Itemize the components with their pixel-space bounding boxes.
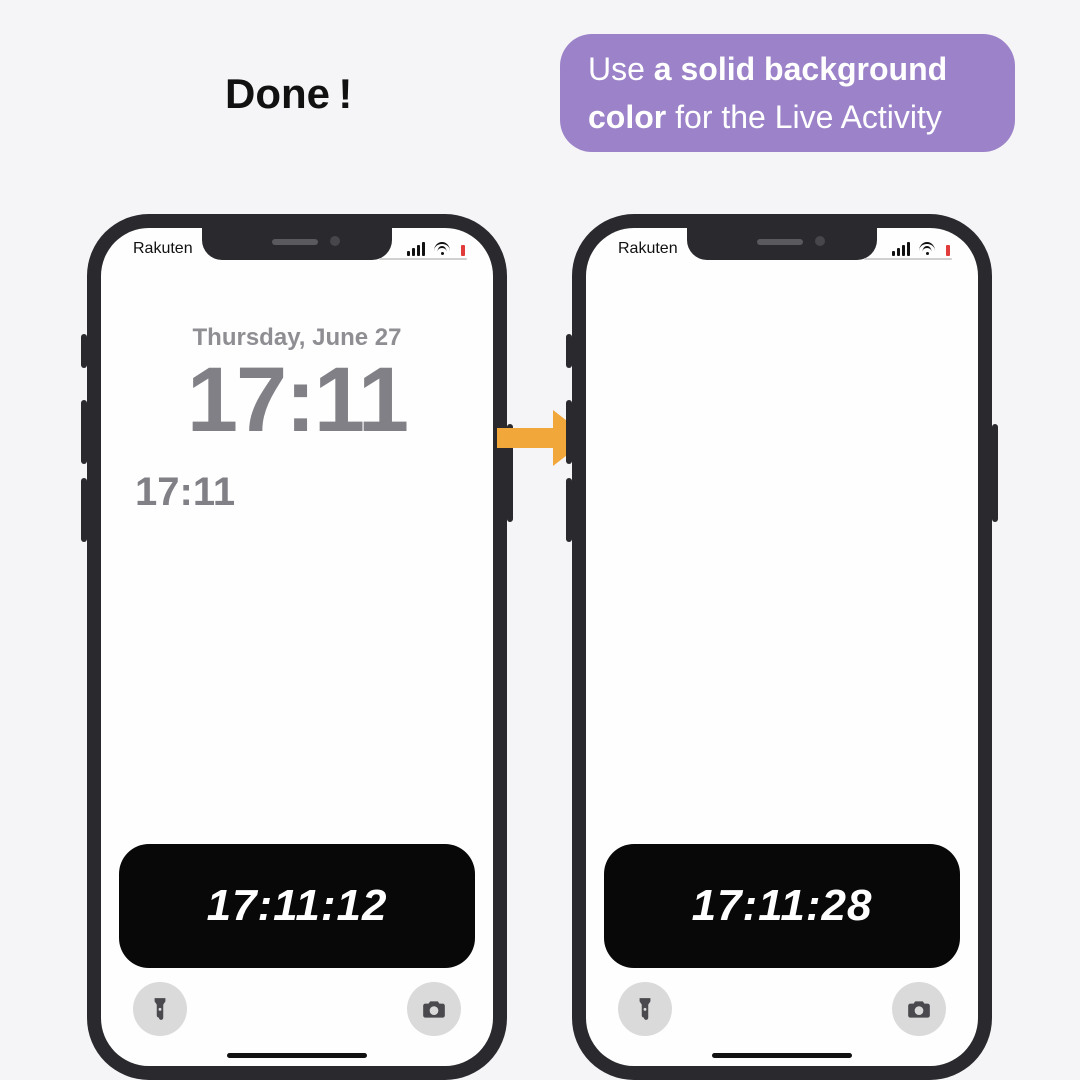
camera-icon: [421, 996, 447, 1022]
camera-icon: [906, 996, 932, 1022]
tip-callout: Use a solid background color for the Liv…: [560, 34, 1015, 152]
flashlight-button[interactable]: [618, 982, 672, 1036]
lock-screen: Rakuten 17:11:28: [586, 228, 978, 1066]
flashlight-icon: [147, 996, 173, 1022]
lockscreen-time: 17:11: [101, 348, 493, 453]
status-underline: [864, 258, 952, 260]
lockscreen-time-widget: 17:11: [135, 470, 235, 515]
side-button-volume-up: [566, 400, 572, 464]
live-activity-card[interactable]: 17:11:28: [604, 844, 960, 968]
tip-prefix: Use: [588, 51, 654, 87]
live-activity-time: 17:11:12: [207, 881, 388, 931]
side-button-volume-up: [81, 400, 87, 464]
carrier-label: Rakuten: [133, 240, 193, 258]
side-button-silence: [81, 334, 87, 368]
tip-suffix: for the Live Activity: [666, 99, 942, 135]
side-button-volume-down: [81, 478, 87, 542]
cell-signal-icon: [892, 242, 910, 256]
flashlight-button[interactable]: [133, 982, 187, 1036]
done-heading: Done !: [225, 70, 352, 118]
battery-low-icon: [944, 242, 952, 256]
side-button-volume-down: [566, 478, 572, 542]
phone-before: Rakuten Thursday, June 27 17:11 17:11 17…: [87, 214, 507, 1080]
lock-screen: Rakuten Thursday, June 27 17:11 17:11 17…: [101, 228, 493, 1066]
carrier-label: Rakuten: [618, 240, 678, 258]
camera-button[interactable]: [407, 982, 461, 1036]
status-underline: [379, 258, 467, 260]
live-activity-time: 17:11:28: [692, 881, 873, 931]
phone-after: Rakuten 17:11:28: [572, 214, 992, 1080]
home-indicator[interactable]: [227, 1053, 367, 1058]
camera-button[interactable]: [892, 982, 946, 1036]
flashlight-icon: [632, 996, 658, 1022]
wifi-icon: [433, 242, 451, 256]
cell-signal-icon: [407, 242, 425, 256]
side-button-silence: [566, 334, 572, 368]
wifi-icon: [918, 242, 936, 256]
battery-low-icon: [459, 242, 467, 256]
side-button-power: [992, 424, 998, 522]
live-activity-card[interactable]: 17:11:12: [119, 844, 475, 968]
home-indicator[interactable]: [712, 1053, 852, 1058]
